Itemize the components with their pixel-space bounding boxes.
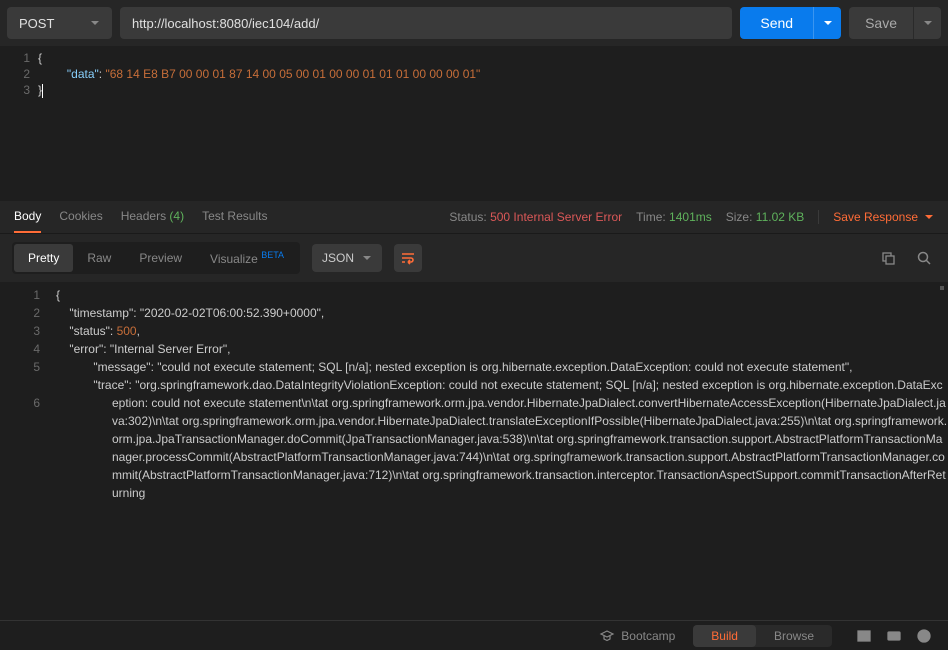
request-gutter: 1 2 3 xyxy=(0,46,38,201)
response-tabs: Body Cookies Headers (4) Test Results xyxy=(14,201,449,233)
help-button[interactable] xyxy=(912,624,936,648)
minimap-indicator xyxy=(940,286,944,290)
save-button[interactable]: Save xyxy=(849,7,913,39)
response-toolbar: Pretty Raw Preview Visualize BETA JSON xyxy=(0,233,948,282)
panes-icon xyxy=(856,628,872,644)
line-number: 3 xyxy=(4,322,40,340)
view-preview[interactable]: Preview xyxy=(125,244,196,272)
save-response-button[interactable]: Save Response xyxy=(818,210,934,224)
wrap-lines-button[interactable] xyxy=(394,244,422,272)
size-value: 11.02 KB xyxy=(756,210,804,224)
method-select[interactable]: POST xyxy=(7,7,112,39)
size-label: Size: xyxy=(726,210,753,224)
line-number: 3 xyxy=(4,82,30,98)
graduation-cap-icon xyxy=(599,628,615,644)
response-code[interactable]: { "timestamp": "2020-02-02T06:00:52.390+… xyxy=(52,282,948,620)
search-icon xyxy=(916,250,932,266)
request-code[interactable]: { "data": "68 14 E8 B7 00 00 01 87 14 00… xyxy=(38,46,948,201)
tab-cookies[interactable]: Cookies xyxy=(59,201,102,233)
response-body-editor[interactable]: 1 2 3 4 5 6 { "timestamp": "2020-02-02T0… xyxy=(0,282,948,620)
caret-down-icon xyxy=(823,18,833,28)
send-options-button[interactable] xyxy=(813,7,841,39)
help-icon xyxy=(916,628,932,644)
browse-button[interactable]: Browse xyxy=(756,625,832,647)
tab-headers-label: Headers xyxy=(121,209,166,223)
response-gutter: 1 2 3 4 5 6 xyxy=(0,282,52,620)
request-body-editor[interactable]: 1 2 3 { "data": "68 14 E8 B7 00 00 01 87… xyxy=(0,46,948,201)
caret-down-icon xyxy=(924,212,934,222)
status-label: Status: xyxy=(449,210,486,224)
view-raw[interactable]: Raw xyxy=(73,244,125,272)
copy-icon xyxy=(880,250,896,266)
format-select[interactable]: JSON xyxy=(312,244,382,272)
caret-down-icon xyxy=(923,18,933,28)
bootcamp-button[interactable]: Bootcamp xyxy=(599,628,675,644)
panes-button[interactable] xyxy=(852,624,876,648)
search-button[interactable] xyxy=(912,246,936,270)
view-mode-tabs: Pretty Raw Preview Visualize BETA xyxy=(12,242,300,274)
tab-body[interactable]: Body xyxy=(14,201,41,233)
format-label: JSON xyxy=(322,251,354,265)
request-bar: POST Send Save xyxy=(0,0,948,46)
save-button-group: Save xyxy=(849,7,941,39)
tab-test-results[interactable]: Test Results xyxy=(202,201,267,233)
time-label: Time: xyxy=(636,210,666,224)
time-pair: Time: 1401ms xyxy=(636,210,712,224)
status-pair: Status: 500 Internal Server Error xyxy=(449,210,622,224)
time-value: 1401ms xyxy=(669,210,712,224)
line-number: 5 xyxy=(4,358,40,376)
tab-headers[interactable]: Headers (4) xyxy=(121,201,184,233)
line-number: 6 xyxy=(4,394,40,412)
method-label: POST xyxy=(19,16,54,31)
line-number: 1 xyxy=(4,50,30,66)
build-button[interactable]: Build xyxy=(693,625,756,647)
mode-segment: Build Browse xyxy=(693,625,832,647)
bottom-bar: Bootcamp Build Browse xyxy=(0,620,948,650)
send-button[interactable]: Send xyxy=(740,7,813,39)
caret-down-icon xyxy=(362,253,372,263)
view-visualize[interactable]: Visualize BETA xyxy=(196,244,298,272)
view-pretty[interactable]: Pretty xyxy=(14,244,73,272)
line-number: 2 xyxy=(4,66,30,82)
shortcuts-button[interactable] xyxy=(882,624,906,648)
line-number: 2 xyxy=(4,304,40,322)
headers-count: (4) xyxy=(169,209,184,223)
beta-badge: BETA xyxy=(261,250,284,260)
bootcamp-label: Bootcamp xyxy=(621,629,675,643)
status-value: 500 Internal Server Error xyxy=(490,210,622,224)
size-pair: Size: 11.02 KB xyxy=(726,210,805,224)
save-response-label: Save Response xyxy=(833,210,918,224)
save-options-button[interactable] xyxy=(913,7,941,39)
url-input[interactable] xyxy=(120,7,732,39)
keyboard-icon xyxy=(886,628,902,644)
caret-down-icon xyxy=(90,18,100,28)
copy-button[interactable] xyxy=(876,246,900,270)
response-meta-bar: Body Cookies Headers (4) Test Results St… xyxy=(0,201,948,233)
wrap-icon xyxy=(400,250,416,266)
line-number: 4 xyxy=(4,340,40,358)
visualize-label: Visualize xyxy=(210,252,258,266)
send-button-group: Send xyxy=(740,7,841,39)
line-number: 1 xyxy=(4,286,40,304)
